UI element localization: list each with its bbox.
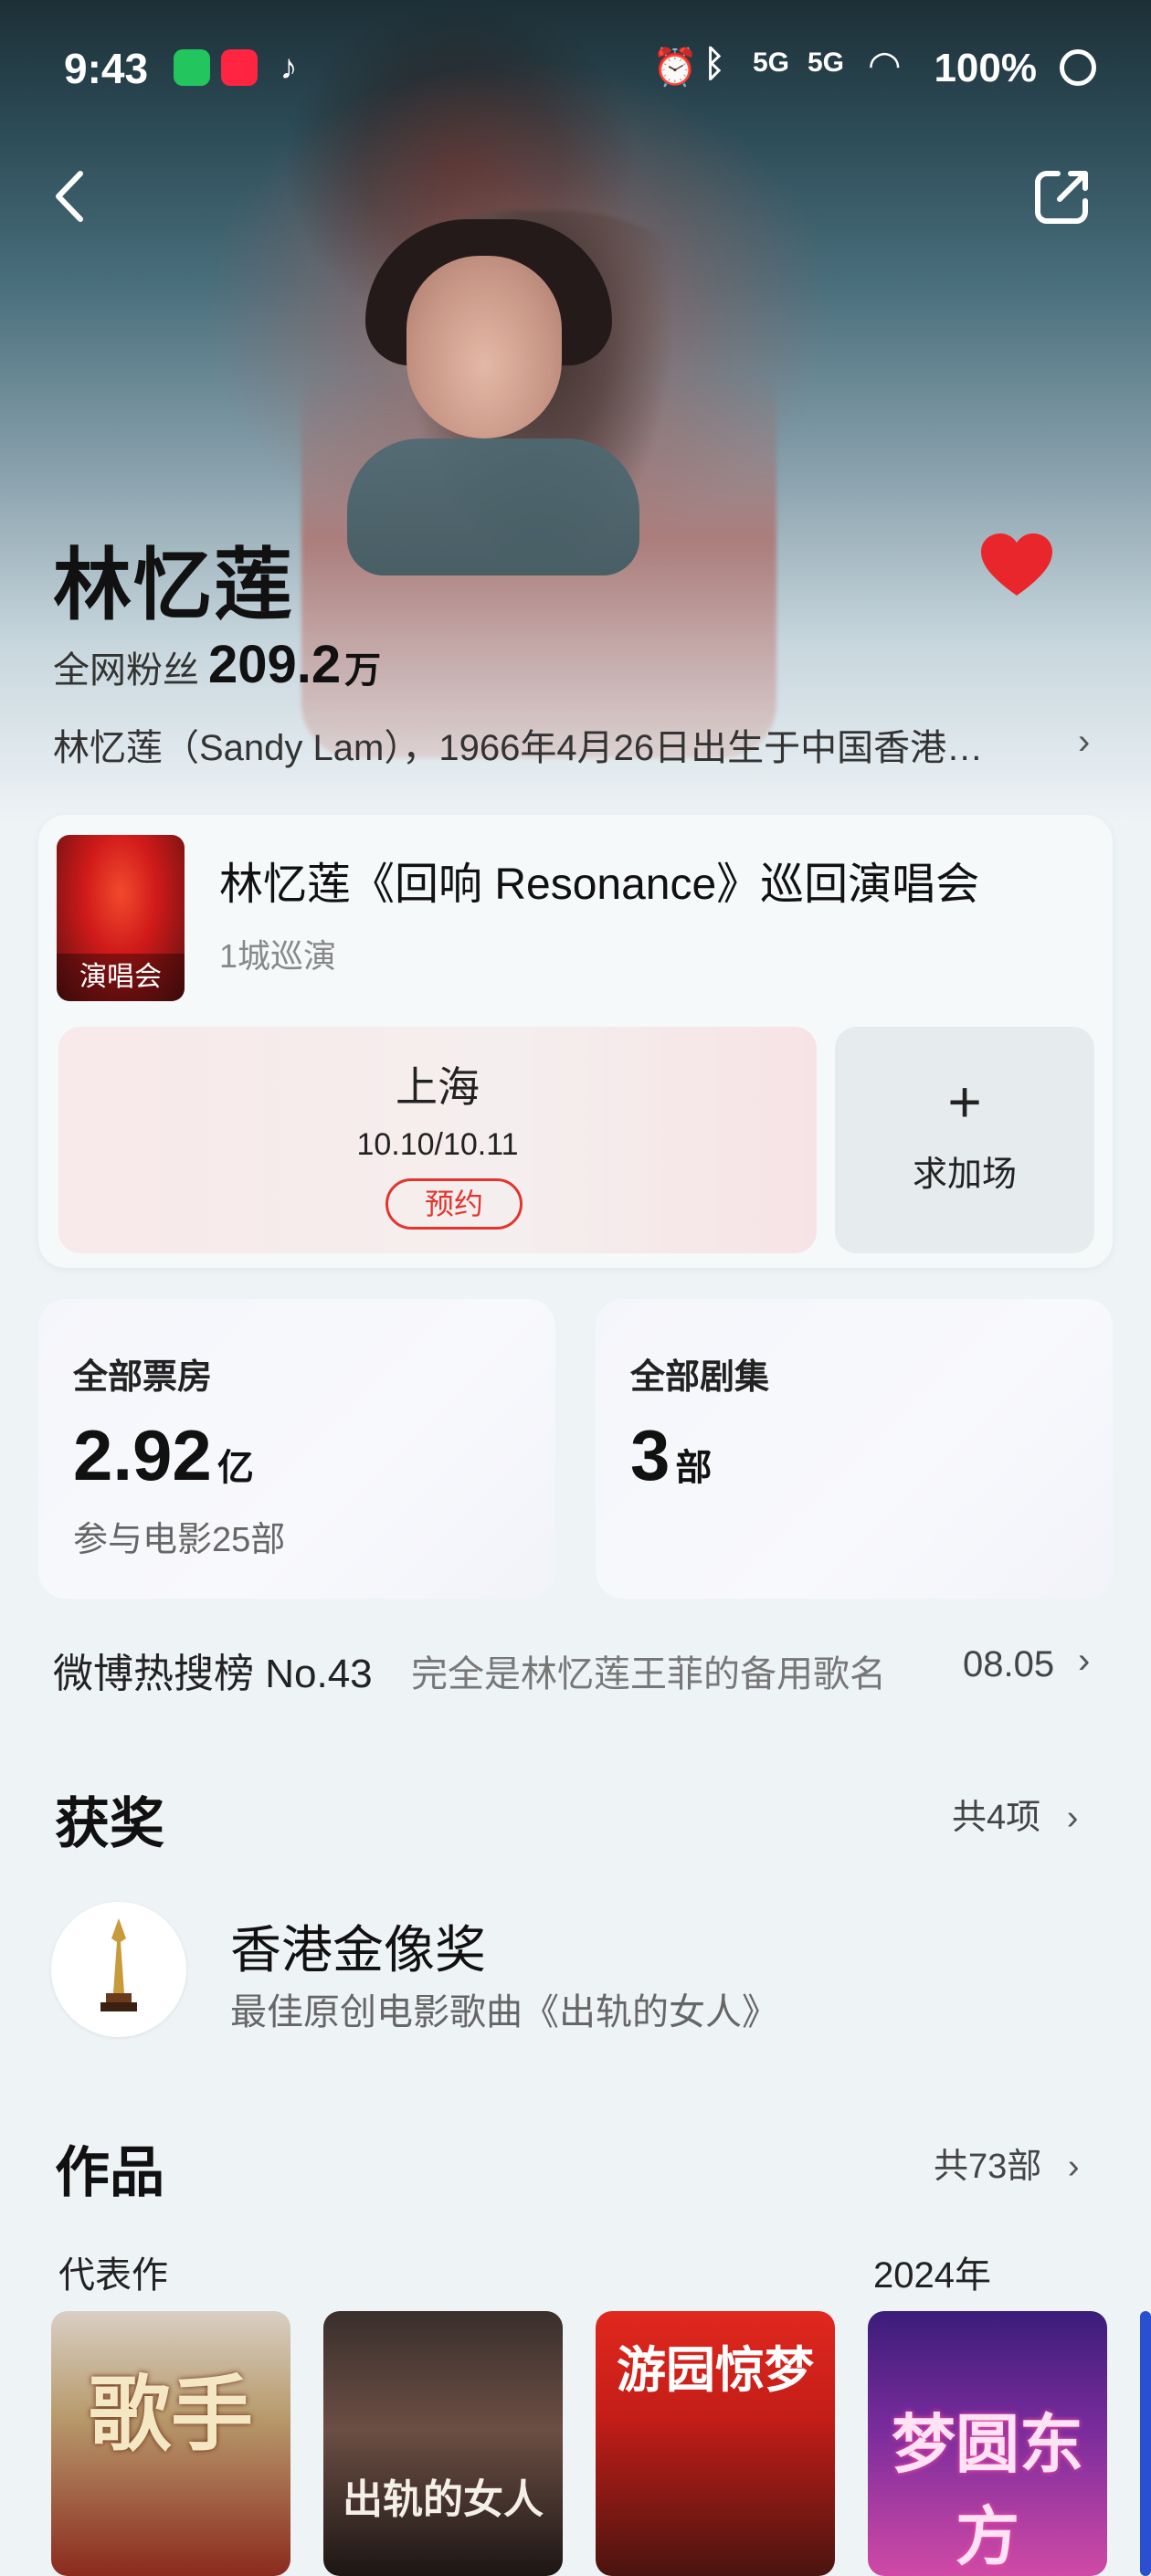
hot-search-row[interactable]: 微博热搜榜 No.43 完全是林忆莲王菲的备用歌名 08.05 › [53,1641,1103,1696]
wifi-icon: ◠ [868,43,902,86]
work-poster-film[interactable]: 出轨的女人 [323,2311,563,2576]
concert-tour-count: 1城巡演 [219,937,337,975]
artist-photo-face [407,256,562,438]
series-card[interactable]: 全部剧集 3部 [596,1299,1113,1599]
back-button[interactable] [46,164,100,228]
hot-search-topic: 完全是林忆莲王菲的备用歌名 [411,1654,886,1694]
hero-background [0,0,1151,822]
box-office-card[interactable]: 全部票房 2.92 亿 参与电影25部 [38,1299,555,1599]
favorite-button[interactable] [979,532,1054,599]
status-time: 9:43 [64,45,149,92]
share-button[interactable] [1030,164,1094,228]
signal-5g-icon-2: 5G [808,48,845,78]
chevron-right-icon: › [1078,1641,1091,1681]
city-session-card[interactable]: 上海 10.10/10.11 预约 [58,1027,817,1253]
fans-count: 全网粉丝 209.2 万 [53,634,381,695]
artist-bio[interactable]: 林忆莲（Sandy Lam），1966年4月26日出生于中国香港… [53,718,1058,771]
awards-title: 获奖 [55,1793,164,1854]
series-unit: 部 [675,1448,713,1488]
award-description: 最佳原创电影歌曲《出轨的女人》 [230,1992,778,2032]
fans-value: 209.2 [208,635,342,694]
book-button[interactable]: 预约 [385,1178,523,1230]
chevron-right-icon: › [1066,1799,1079,1837]
work-title: 出轨的女人 [343,2477,544,2522]
work-title: 梦圆东方 [892,2409,1083,2572]
works-count-label: 共73部 [934,2148,1042,2186]
representative-works-label: 代表作 [58,2255,168,2296]
films-count: 参与电影25部 [73,1521,286,1559]
artist-photo-scarf [347,438,639,575]
bluetooth-icon: ᛒ [703,44,725,84]
signal-5g-icon: 5G [753,48,790,78]
fans-label: 全网粉丝 [53,650,199,691]
work-poster-peony-pavilion[interactable]: 游园惊梦 [596,2311,835,2576]
fans-unit: 万 [344,650,382,691]
works-count[interactable]: 共73部 › [934,2138,1080,2188]
works-title: 作品 [55,2142,164,2203]
box-office-value: 2.92 [73,1415,212,1495]
alarm-icon: ⏰ [652,48,698,88]
concert-card[interactable]: 演唱会 林忆莲《回响 Resonance》巡回演唱会 1城巡演 上海 10.10… [38,815,1113,1268]
work-title: 游园惊梦 [617,2343,814,2398]
city-name: 上海 [396,1063,480,1111]
session-dates: 10.10/10.11 [356,1127,519,1162]
box-office-label: 全部票房 [73,1358,213,1397]
share-icon [1035,171,1088,224]
chevron-left-icon [56,171,83,222]
concert-title[interactable]: 林忆莲《回响 Resonance》巡回演唱会 [219,848,979,912]
chevron-right-icon: › [1067,2148,1080,2186]
trophy-icon [100,1918,137,2011]
box-office-unit: 亿 [216,1448,254,1488]
work-poster-singer[interactable]: 歌手 [51,2311,290,2576]
poster-label: 演唱会 [57,954,185,1001]
battery-percent: 100% [934,46,1037,90]
series-value: 3 [630,1415,671,1495]
status-bar: 9:43 ♪ ⏰ ᛒ 5G 5G ◠ 100% [0,37,1151,100]
awards-count-label: 共4项 [952,1799,1041,1837]
award-name[interactable]: 香港金像奖 [230,1909,486,1983]
request-extra-show-label: 求加场 [912,1156,1017,1194]
battery-icon [1060,49,1096,86]
chevron-right-icon[interactable]: › [1078,722,1090,763]
series-label: 全部剧集 [630,1358,770,1397]
artist-name: 林忆莲 [53,542,294,629]
concert-poster[interactable]: 演唱会 [57,835,185,1001]
work-poster-next[interactable] [1140,2311,1151,2576]
request-extra-show-button[interactable]: + 求加场 [835,1027,1094,1253]
tiktok-notification-icon: ♪ [280,48,298,87]
work-poster-gala[interactable]: 梦圆东方 [868,2311,1107,2576]
awards-count[interactable]: 共4项 › [952,1789,1078,1839]
year-label: 2024年 [873,2255,991,2296]
plus-icon: + [947,1069,982,1135]
heart-icon [981,533,1052,596]
hot-search-rank: 微博热搜榜 No.43 [53,1652,373,1696]
wechat-notification-icon [174,49,210,86]
work-title: 歌手 [89,2370,253,2461]
hk-film-awards-logo [51,1902,186,2037]
hot-search-date: 08.05 [963,1644,1055,1684]
xiaohongshu-notification-icon [221,49,258,86]
